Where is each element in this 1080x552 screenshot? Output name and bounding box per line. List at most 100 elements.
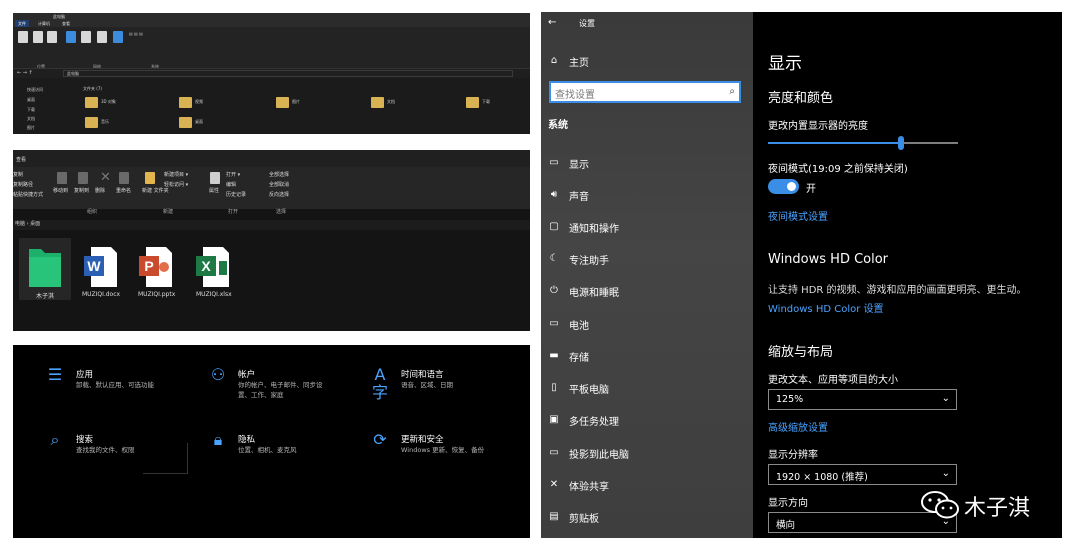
folder-icon[interactable]: [85, 117, 98, 128]
history-button[interactable]: 历史记录: [226, 191, 246, 198]
move-to-icon[interactable]: [57, 172, 67, 184]
new-item-button[interactable]: 新建项目 ▾: [164, 171, 188, 178]
folder-label[interactable]: 图片: [292, 99, 300, 105]
brightness-slider[interactable]: [768, 142, 958, 144]
clipboard-icon[interactable]: ▤: [548, 511, 560, 523]
delete-button[interactable]: 删除: [95, 187, 105, 194]
power-icon[interactable]: ⏻: [548, 285, 560, 297]
invert-selection-button[interactable]: 反向选择: [269, 191, 289, 198]
tab-view[interactable]: 查看: [16, 156, 26, 163]
ribbon-paste-shortcut[interactable]: 粘贴快捷方式: [13, 191, 43, 198]
system-menu-icon[interactable]: ▤ ▤ ▤: [129, 31, 143, 36]
nav-downloads[interactable]: 下载: [27, 107, 35, 113]
easy-access-button[interactable]: 轻松访问 ▾: [164, 181, 188, 188]
folder-icon[interactable]: [371, 97, 384, 108]
excel-doc-icon[interactable]: X: [195, 245, 231, 289]
add-location-icon[interactable]: [97, 31, 107, 43]
map-drive-icon[interactable]: [81, 31, 91, 43]
rename-button[interactable]: 重命名: [116, 187, 131, 194]
search-icon[interactable]: ⌕: [729, 86, 735, 97]
tab-file[interactable]: 文件: [15, 20, 29, 27]
home-icon[interactable]: ⌂: [548, 55, 560, 67]
settings-search-input[interactable]: 查找设置 ⌕: [549, 81, 741, 103]
tab-view[interactable]: 查看: [59, 20, 73, 27]
account-icon[interactable]: ⚇: [209, 366, 227, 384]
folder-icon[interactable]: [276, 97, 289, 108]
brightness-slider-thumb[interactable]: [898, 136, 904, 150]
nav-desktop[interactable]: 桌面: [27, 97, 35, 103]
nav-home[interactable]: 主页: [569, 54, 589, 69]
nav-item-power[interactable]: 电源和睡眠: [569, 284, 619, 299]
settings-update-title[interactable]: 更新和安全: [401, 433, 444, 445]
copy-to-icon[interactable]: [78, 172, 88, 184]
scale-dropdown[interactable]: 125% ⌄: [768, 389, 957, 410]
display-icon[interactable]: ▭: [548, 157, 560, 169]
nav-item-multitasking[interactable]: 多任务处理: [569, 413, 619, 428]
update-security-icon[interactable]: ⟳: [371, 431, 389, 449]
copy-to-button[interactable]: 复制到: [74, 187, 89, 194]
ppt-doc-icon[interactable]: P: [138, 245, 174, 289]
word-doc-icon[interactable]: W: [83, 245, 119, 289]
tab-computer[interactable]: 计算机: [35, 20, 53, 27]
folder-icon[interactable]: [85, 97, 98, 108]
apps-icon[interactable]: ☰: [46, 366, 64, 384]
nav-item-storage[interactable]: 存储: [569, 349, 589, 364]
nav-item-focus[interactable]: 专注助手: [569, 252, 609, 267]
notifications-icon[interactable]: ▢: [548, 221, 560, 233]
rename-icon[interactable]: [119, 172, 129, 184]
folder-icon[interactable]: [179, 97, 192, 108]
sound-icon[interactable]: 🔊︎: [548, 189, 560, 201]
nav-item-project[interactable]: 投影到此电脑: [569, 446, 629, 461]
properties-icon[interactable]: [210, 172, 220, 184]
search-icon[interactable]: ⌕: [46, 431, 64, 449]
privacy-lock-icon[interactable]: 🔒︎: [209, 431, 227, 449]
nav-item-notifications[interactable]: 通知和操作: [569, 220, 619, 235]
nav-arrows-icon[interactable]: ← → ↑: [17, 70, 33, 76]
ribbon-copy-path[interactable]: 复制路径: [13, 181, 33, 188]
settings-search-title[interactable]: 搜索: [76, 433, 93, 445]
edit-button[interactable]: 编辑: [226, 181, 236, 188]
nav-item-sound[interactable]: 声音: [569, 188, 589, 203]
nav-item-display[interactable]: 显示: [569, 156, 589, 171]
settings-privacy-title[interactable]: 隐私: [238, 433, 255, 445]
folder-icon[interactable]: [466, 97, 479, 108]
folder-label[interactable]: 音乐: [101, 119, 109, 125]
open-button[interactable]: 打开 ▾: [226, 171, 240, 178]
resolution-dropdown[interactable]: 1920 × 1080 (推荐) ⌄: [768, 464, 957, 485]
multitasking-icon[interactable]: ▣: [548, 414, 560, 426]
nav-item-tablet[interactable]: 平板电脑: [569, 381, 609, 396]
nav-item-shared[interactable]: 体验共享: [569, 478, 609, 493]
delete-icon[interactable]: ✕: [100, 170, 111, 185]
nav-pictures[interactable]: 图片: [27, 125, 35, 131]
select-all-button[interactable]: 全部选择: [269, 171, 289, 178]
focus-assist-icon[interactable]: ☾: [548, 253, 560, 265]
storage-icon[interactable]: ▬: [548, 350, 560, 362]
settings-time-title[interactable]: 时间和语言: [401, 368, 444, 380]
new-folder-icon[interactable]: [145, 172, 155, 184]
properties-button[interactable]: 属性: [209, 187, 219, 194]
advanced-scale-link[interactable]: 高级缩放设置: [768, 419, 828, 434]
folder-label[interactable]: 下载: [482, 99, 490, 105]
open-icon[interactable]: [33, 31, 43, 43]
folder-icon[interactable]: [179, 117, 192, 128]
folder-label[interactable]: 3D 对象: [101, 99, 116, 105]
settings-accounts-title[interactable]: 帐户: [238, 368, 255, 380]
move-to-button[interactable]: 移动到: [53, 187, 68, 194]
rename-icon[interactable]: [47, 31, 57, 43]
shared-icon[interactable]: ✕: [548, 479, 560, 491]
file-name[interactable]: MUZIQI.pptx: [138, 291, 175, 298]
access-media-icon[interactable]: [66, 31, 76, 43]
nav-quick-access[interactable]: 快速访问: [27, 87, 43, 93]
nav-item-battery[interactable]: 电池: [569, 317, 589, 332]
project-icon[interactable]: ▭: [548, 447, 560, 459]
ribbon-copy[interactable]: 复制: [13, 171, 23, 178]
address-input[interactable]: 此电脑: [63, 70, 513, 77]
nav-documents[interactable]: 文档: [27, 116, 35, 122]
green-folder-icon[interactable]: [27, 245, 63, 289]
nav-item-clipboard[interactable]: 剪贴板: [569, 510, 599, 525]
back-arrow-icon[interactable]: ←: [548, 17, 556, 28]
folder-label[interactable]: 桌面: [195, 119, 203, 125]
time-language-icon[interactable]: A字: [371, 366, 389, 402]
battery-icon[interactable]: ▭: [548, 318, 560, 330]
folder-label[interactable]: 视频: [195, 99, 203, 105]
